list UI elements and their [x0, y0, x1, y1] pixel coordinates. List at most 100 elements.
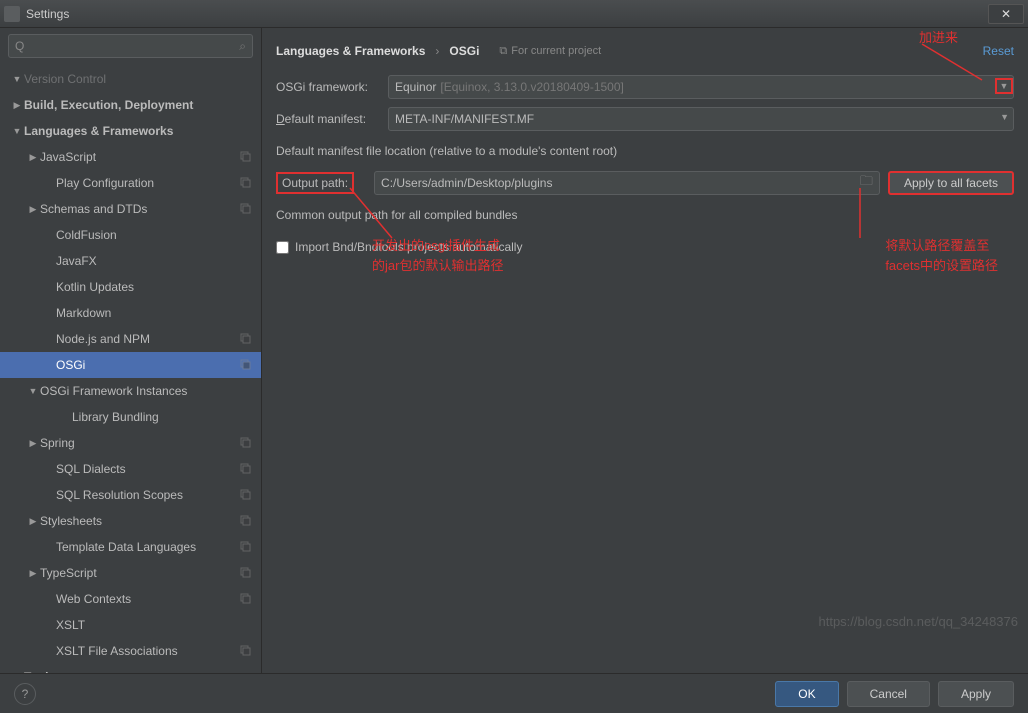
copy-icon — [239, 514, 253, 528]
annotation-1: 加进来 — [919, 28, 958, 48]
tree-item-label: ColdFusion — [56, 228, 253, 242]
ok-button[interactable]: OK — [775, 681, 838, 707]
tree-arrow-icon: ▶ — [26, 568, 40, 579]
tree-item-label: Library Bundling — [72, 410, 253, 424]
import-bnd-checkbox[interactable] — [276, 241, 289, 254]
tree-arrow-icon: ▼ — [10, 74, 24, 84]
tree-item-label: Version Control — [24, 72, 253, 86]
tree-item-label: TypeScript — [40, 566, 239, 580]
tree-item-label: Markdown — [56, 306, 253, 320]
copy-icon — [239, 202, 253, 216]
tree-item-javafx[interactable]: JavaFX — [0, 248, 261, 274]
copy-icon — [239, 176, 253, 190]
tree-item-label: JavaScript — [40, 150, 239, 164]
tree-item-label: SQL Dialects — [56, 462, 239, 476]
reset-link[interactable]: Reset — [983, 44, 1014, 58]
tree-item-label: Stylesheets — [40, 514, 239, 528]
copy-icon — [239, 540, 253, 554]
tree-item-label: SQL Resolution Scopes — [56, 488, 239, 502]
framework-combo[interactable]: Equinor [Equinox, 3.13.0.v20180409-1500]… — [388, 75, 1014, 99]
tree-item-label: Kotlin Updates — [56, 280, 253, 294]
tree-item-sql-dialects[interactable]: SQL Dialects — [0, 456, 261, 482]
folder-icon[interactable]: 🗀 — [860, 172, 873, 194]
dialog-footer: ? OK Cancel Apply — [0, 673, 1028, 713]
copy-icon — [239, 488, 253, 502]
tree-item-languages-frameworks[interactable]: ▼Languages & Frameworks — [0, 118, 261, 144]
chevron-down-icon[interactable]: ▼ — [995, 78, 1013, 94]
tree-item-schemas-and-dtds[interactable]: ▶Schemas and DTDs — [0, 196, 261, 222]
tree-item-node-js-and-npm[interactable]: Node.js and NPM — [0, 326, 261, 352]
tree-item-typescript[interactable]: ▶TypeScript — [0, 560, 261, 586]
tree-arrow-icon: ▼ — [10, 126, 24, 136]
copy-icon — [239, 592, 253, 606]
tree-item-xslt-file-associations[interactable]: XSLT File Associations — [0, 638, 261, 664]
tree-item-tools[interactable]: ▶Tools — [0, 664, 261, 673]
tree-item-coldfusion[interactable]: ColdFusion — [0, 222, 261, 248]
tree-arrow-icon: ▶ — [26, 152, 40, 163]
tree-item-javascript[interactable]: ▶JavaScript — [0, 144, 261, 170]
tree-item-label: Template Data Languages — [56, 540, 239, 554]
tree-item-library-bundling[interactable]: Library Bundling — [0, 404, 261, 430]
copy-icon — [239, 566, 253, 580]
annotation-2: 开发出的osgi插件生成 的jar包的默认输出路径 — [372, 236, 503, 275]
tree-item-markdown[interactable]: Markdown — [0, 300, 261, 326]
app-icon — [4, 6, 20, 22]
search-box[interactable]: Q ⌕ — [8, 34, 253, 58]
manifest-combo[interactable]: META-INF/MANIFEST.MF ▼ — [388, 107, 1014, 131]
main-panel: Languages & Frameworks › OSGi ⧉ For curr… — [262, 28, 1028, 673]
tree-item-label: Play Configuration — [56, 176, 239, 190]
search-icon: Q — [15, 39, 24, 53]
settings-tree: ▼Version Control▶Build, Execution, Deplo… — [0, 62, 261, 673]
tree-item-sql-resolution-scopes[interactable]: SQL Resolution Scopes — [0, 482, 261, 508]
cancel-button[interactable]: Cancel — [847, 681, 930, 707]
copy-icon — [239, 358, 253, 372]
apply-to-all-facets-button[interactable]: Apply to all facets — [888, 171, 1014, 195]
manifest-label: Default manifest: — [276, 112, 388, 126]
tree-item-web-contexts[interactable]: Web Contexts — [0, 586, 261, 612]
scope-badge: ⧉ For current project — [499, 45, 601, 58]
window-title: Settings — [26, 7, 988, 21]
copy-icon: ⧉ — [499, 45, 507, 58]
titlebar: Settings ✕ — [0, 0, 1028, 28]
tree-item-label: XSLT — [56, 618, 253, 632]
tree-item-kotlin-updates[interactable]: Kotlin Updates — [0, 274, 261, 300]
breadcrumb-leaf: OSGi — [449, 44, 479, 58]
search-clear-icon[interactable]: ⌕ — [239, 39, 246, 54]
chevron-down-icon[interactable]: ▼ — [1000, 112, 1009, 122]
watermark: https://blog.csdn.net/qq_34248376 — [819, 614, 1019, 629]
tree-item-xslt[interactable]: XSLT — [0, 612, 261, 638]
tree-item-play-configuration[interactable]: Play Configuration — [0, 170, 261, 196]
tree-item-spring[interactable]: ▶Spring — [0, 430, 261, 456]
tree-item-label: Build, Execution, Deployment — [24, 98, 253, 112]
tree-item-label: Tools — [24, 670, 253, 673]
tree-arrow-icon: ▶ — [10, 100, 24, 111]
tree-item-build-execution-deployment[interactable]: ▶Build, Execution, Deployment — [0, 92, 261, 118]
tree-item-version-control[interactable]: ▼Version Control — [0, 66, 261, 92]
apply-button[interactable]: Apply — [938, 681, 1014, 707]
tree-item-osgi[interactable]: OSGi — [0, 352, 261, 378]
breadcrumb: Languages & Frameworks › OSGi ⧉ For curr… — [276, 38, 1014, 64]
tree-arrow-icon: ▶ — [26, 516, 40, 527]
tree-item-label: Languages & Frameworks — [24, 124, 253, 138]
manifest-hint: Default manifest file location (relative… — [276, 138, 1014, 164]
tree-arrow-icon: ▶ — [26, 438, 40, 449]
search-input[interactable] — [24, 39, 239, 53]
tree-item-template-data-languages[interactable]: Template Data Languages — [0, 534, 261, 560]
output-hint: Common output path for all compiled bund… — [276, 202, 1014, 228]
tree-item-label: Spring — [40, 436, 239, 450]
tree-item-label: Node.js and NPM — [56, 332, 239, 346]
close-icon[interactable]: ✕ — [988, 4, 1024, 24]
output-path-input[interactable]: C:/Users/admin/Desktop/plugins 🗀 — [374, 171, 880, 195]
tree-arrow-icon: ▶ — [10, 672, 24, 674]
tree-item-label: XSLT File Associations — [56, 644, 239, 658]
tree-item-stylesheets[interactable]: ▶Stylesheets — [0, 508, 261, 534]
help-icon[interactable]: ? — [14, 683, 36, 705]
tree-item-osgi-framework-instances[interactable]: ▼OSGi Framework Instances — [0, 378, 261, 404]
tree-item-label: OSGi — [56, 358, 239, 372]
framework-label: OSGi framework: — [276, 80, 388, 94]
copy-icon — [239, 332, 253, 346]
tree-arrow-icon: ▼ — [26, 386, 40, 396]
chevron-right-icon: › — [435, 44, 439, 58]
breadcrumb-root[interactable]: Languages & Frameworks — [276, 44, 425, 58]
tree-item-label: Web Contexts — [56, 592, 239, 606]
